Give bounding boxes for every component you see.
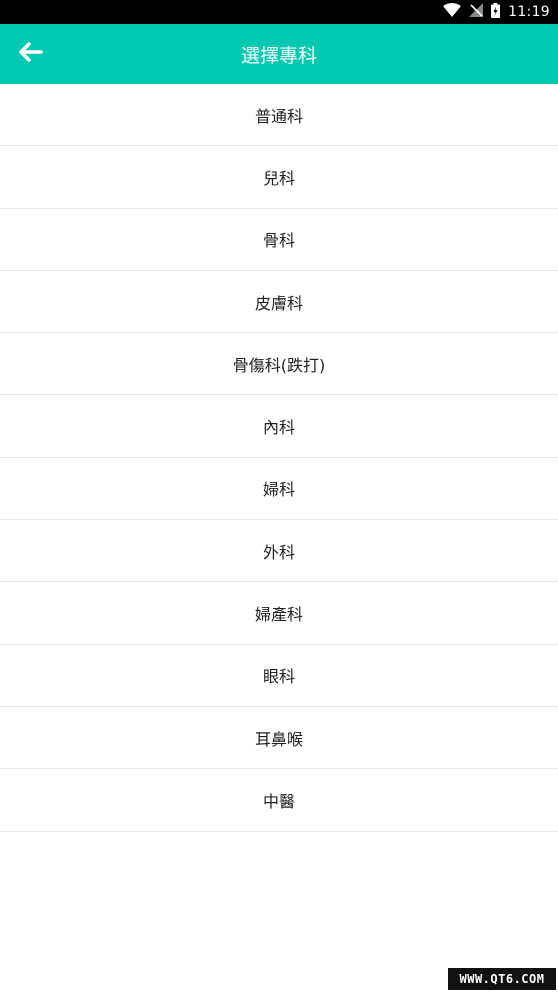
specialty-label: 骨科: [262, 231, 295, 251]
specialty-item[interactable]: 內科: [0, 395, 558, 458]
page-title: 選擇專科: [240, 44, 317, 67]
status-time: 11:19: [508, 4, 550, 20]
specialty-item[interactable]: 中醫: [0, 769, 558, 832]
specialty-item[interactable]: 耳鼻喉: [0, 707, 558, 770]
specialty-item[interactable]: 外科: [0, 520, 558, 583]
specialty-label: 婦產科: [254, 605, 303, 625]
specialty-item[interactable]: 皮膚科: [0, 271, 558, 334]
app-bar: 選擇專科: [0, 24, 558, 84]
specialty-item[interactable]: 普通科: [0, 84, 558, 147]
status-icons: 11:19: [443, 0, 550, 24]
specialty-label: 外科: [262, 542, 295, 562]
specialty-list: 普通科 兒科 骨科 皮膚科 骨傷科(跌打) 內科 婦科 外科 婦產科 眼科 耳鼻…: [0, 84, 558, 832]
specialty-item[interactable]: 骨傷科(跌打): [0, 333, 558, 396]
specialty-item[interactable]: 婦科: [0, 458, 558, 521]
specialty-label: 骨傷科(跌打): [232, 355, 326, 375]
specialty-item[interactable]: 眼科: [0, 645, 558, 707]
specialty-label: 內科: [262, 418, 295, 438]
specialty-label: 耳鼻喉: [254, 729, 303, 749]
watermark: WWW.QT6.COM: [448, 968, 556, 990]
status-bar: 11:19: [0, 0, 558, 24]
specialty-label: 中醫: [262, 791, 295, 811]
specialty-label: 普通科: [254, 106, 303, 126]
specialty-item[interactable]: 婦產科: [0, 582, 558, 645]
specialty-label: 皮膚科: [254, 293, 303, 313]
back-button[interactable]: [8, 32, 52, 76]
arrow-left-icon: [17, 41, 43, 67]
battery-charging-icon: [491, 2, 501, 22]
specialty-label: 兒科: [262, 168, 295, 188]
specialty-item[interactable]: 兒科: [0, 146, 558, 209]
specialty-item[interactable]: 骨科: [0, 209, 558, 271]
specialty-label: 眼科: [262, 667, 295, 687]
wifi-icon: [443, 3, 462, 21]
no-signal-icon: [469, 3, 484, 21]
specialty-label: 婦科: [262, 480, 295, 500]
